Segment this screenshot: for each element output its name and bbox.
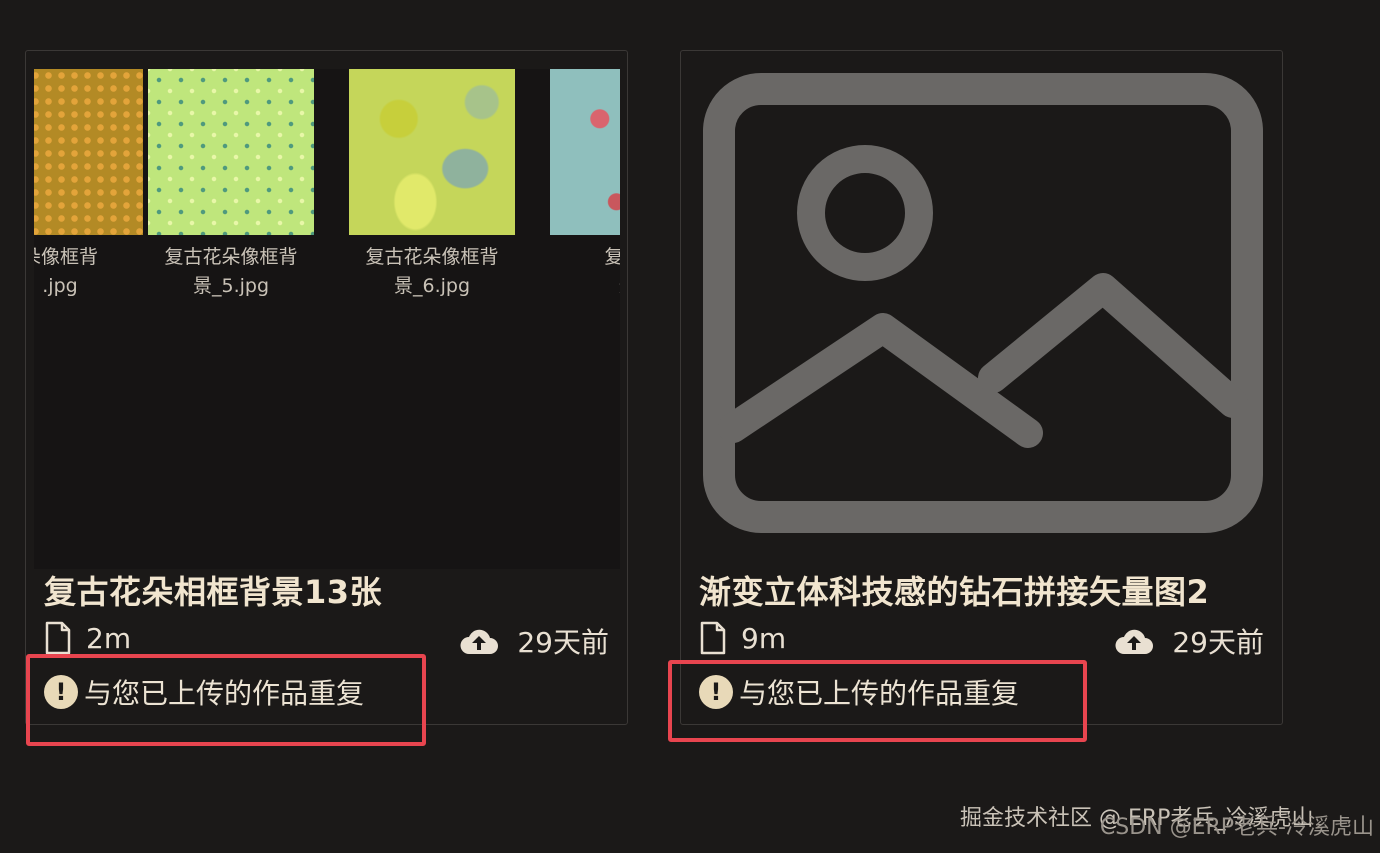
upload-time: 29天前 [1114, 621, 1264, 661]
thumbnail-tile[interactable]: 复古花朵像框背 景_5.jpg [146, 69, 316, 301]
upload-time: 29天前 [459, 621, 609, 661]
file-size: 2m [44, 621, 131, 655]
file-icon [700, 621, 726, 655]
image-placeholder-icon [703, 73, 1263, 533]
work-card-1[interactable]: 朵像框背 .jpg 复古花朵像框背 景_5.jpg 复古花朵像框背 景_6.jp… [25, 50, 628, 725]
upload-time-value: 29天前 [517, 626, 609, 659]
thumbnail-strip: 朵像框背 .jpg 复古花朵像框背 景_5.jpg 复古花朵像框背 景_6.jp… [34, 69, 620, 569]
thumbnail-tile[interactable]: 朵像框背 .jpg [34, 69, 145, 301]
thumbnail-tile[interactable]: 复古花朵像框背 景_6.jpg [347, 69, 517, 301]
file-size: 9m [699, 621, 786, 655]
thumbnail-filename: 复古花朵像框背 景_6.jpg [365, 246, 499, 297]
thumbnail-filename: 复古花 景_ [604, 246, 620, 297]
watermark-secondary: CSDN @ERP老兵-冷溪虎山 [1099, 815, 1374, 840]
thumbnail-tile[interactable]: 复古花 景_ [548, 69, 620, 301]
file-size-value: 2m [86, 621, 132, 655]
card-title[interactable]: 复古花朵相框背景13张 [44, 567, 382, 613]
thumbnail-filename: 朵像框背 .jpg [34, 246, 98, 297]
work-card-2[interactable]: 渐变立体科技感的钻石拼接矢量图2 9m 29天前 ! 与您已上传的作品重复 [680, 50, 1283, 725]
pattern-thumbnail [349, 69, 515, 235]
pattern-thumbnail [148, 69, 314, 235]
pattern-thumbnail [34, 69, 143, 235]
file-size-value: 9m [741, 621, 787, 655]
pattern-thumbnail [550, 69, 620, 235]
card-title[interactable]: 渐变立体科技感的钻石拼接矢量图2 [699, 567, 1209, 613]
highlight-box [26, 654, 426, 746]
thumbnail-filename: 复古花朵像框背 景_5.jpg [164, 246, 298, 297]
cloud-upload-icon [1115, 629, 1154, 654]
highlight-box [668, 660, 1087, 742]
card-meta: 9m 29天前 [699, 621, 1264, 661]
cloud-upload-icon [460, 629, 499, 654]
file-icon [45, 621, 71, 655]
upload-time-value: 29天前 [1172, 626, 1264, 659]
